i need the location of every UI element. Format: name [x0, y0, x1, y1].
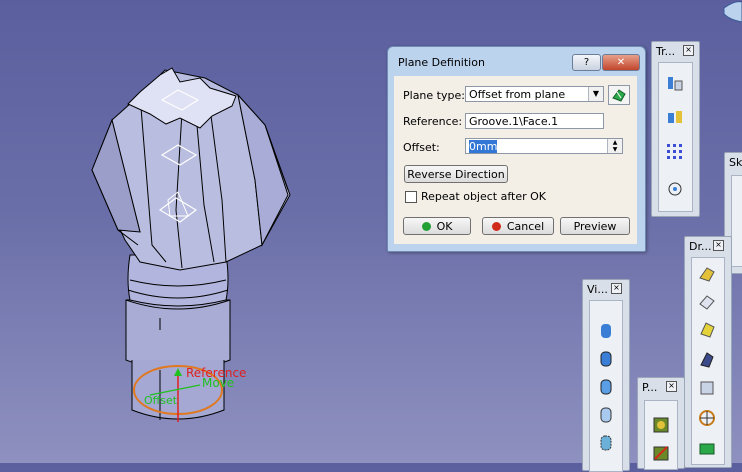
- toolbar-p-title: P...: [642, 381, 658, 394]
- toolbar-p: P... ×: [637, 377, 685, 470]
- translate-icon[interactable]: [665, 73, 685, 93]
- toolbar-p-body: [644, 400, 678, 470]
- toolbar-sk-body: [731, 175, 742, 267]
- toolbar-tr-body: [658, 62, 693, 212]
- shell-icon[interactable]: [697, 350, 717, 370]
- toolbar-dr-title: Dr...: [689, 240, 712, 253]
- close-icon[interactable]: ×: [683, 45, 694, 56]
- scaling-icon[interactable]: [665, 179, 685, 199]
- sketch-icon[interactable]: [651, 443, 671, 463]
- close-icon[interactable]: ×: [611, 283, 622, 294]
- offset-label: Offset:: [403, 141, 440, 154]
- ok-label: OK: [436, 220, 453, 233]
- close-icon[interactable]: ×: [713, 240, 724, 251]
- thickness-icon[interactable]: [697, 378, 717, 398]
- repeat-object-checkbox[interactable]: [405, 191, 417, 203]
- close-button[interactable]: ✕: [602, 54, 640, 71]
- manipulator-move-label: Move: [202, 376, 235, 390]
- shading-icon[interactable]: [596, 321, 616, 341]
- fillet-icon[interactable]: [697, 264, 717, 284]
- toolbar-tr-title: Tr...: [656, 45, 676, 58]
- dialog-body: Plane type: Offset from plane ▼ Referenc…: [394, 76, 637, 244]
- part-design-icon[interactable]: [651, 415, 671, 435]
- cancel-label: Cancel: [506, 220, 545, 233]
- plane-type-value: Offset from plane: [469, 88, 566, 101]
- plane-type-label: Plane type:: [403, 89, 465, 102]
- pattern-icon[interactable]: [665, 141, 685, 161]
- offset-value: 0mm: [469, 140, 498, 153]
- manipulator-offset-label: Offset: [144, 394, 178, 407]
- toolbar-sk-title: Sk: [729, 156, 742, 169]
- shading-hidden-edges-icon[interactable]: [596, 377, 616, 397]
- remove-face-icon[interactable]: [697, 438, 717, 458]
- offset-field[interactable]: 0mm ▲ ▼: [465, 138, 623, 154]
- draft-icon[interactable]: [697, 320, 717, 340]
- cancel-icon: [491, 222, 501, 231]
- toolbar-dr-body: [691, 257, 725, 465]
- reference-field[interactable]: Groove.1\Face.1: [465, 113, 604, 129]
- reference-label: Reference:: [403, 115, 463, 128]
- repeat-object-label: Repeat object after OK: [421, 190, 547, 203]
- thread-icon[interactable]: [697, 408, 717, 428]
- toolbar-vi-title: Vi...: [587, 283, 608, 296]
- wireframe-icon[interactable]: [596, 405, 616, 425]
- ok-button[interactable]: OK: [403, 217, 471, 235]
- ok-icon: [421, 222, 431, 231]
- toolbar-dress-up: Dr... ×: [684, 236, 732, 468]
- help-button[interactable]: ?: [572, 54, 601, 71]
- shading-edges-icon[interactable]: [596, 349, 616, 369]
- material-icon[interactable]: [596, 433, 616, 453]
- reverse-direction-button[interactable]: Reverse Direction: [404, 165, 508, 183]
- chamfer-icon[interactable]: [697, 292, 717, 312]
- dialog-title: Plane Definition: [398, 56, 485, 69]
- plane-type-dropdown[interactable]: Offset from plane ▼: [465, 86, 604, 102]
- preview-button[interactable]: Preview: [560, 217, 630, 235]
- toolbar-view: Vi... ×: [582, 279, 630, 472]
- plane-type-icon[interactable]: [608, 85, 630, 105]
- toolbar-vi-body: [589, 300, 623, 472]
- close-icon[interactable]: ×: [666, 381, 677, 392]
- offset-spinner[interactable]: ▲ ▼: [607, 139, 622, 153]
- cancel-button[interactable]: Cancel: [482, 217, 554, 235]
- plane-definition-dialog: Plane Definition ? ✕ Plane type: Offset …: [387, 46, 646, 252]
- chevron-down-icon[interactable]: ▼: [588, 87, 603, 101]
- rotate-icon[interactable]: [665, 107, 685, 127]
- toolbar-transformations: Tr... ×: [651, 41, 700, 217]
